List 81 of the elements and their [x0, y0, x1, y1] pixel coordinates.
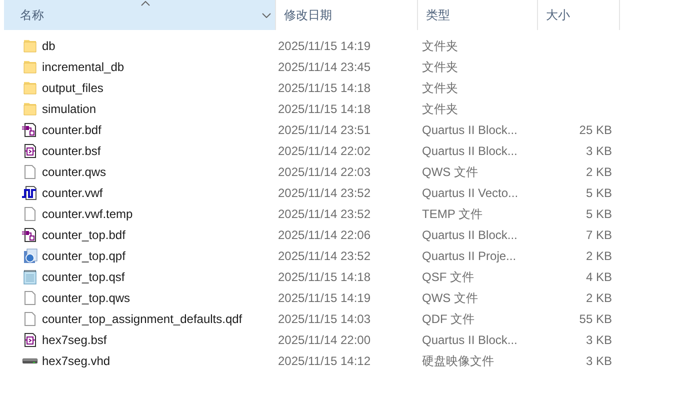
file-name[interactable]: incremental_db — [42, 58, 124, 76]
file-size: 3 KB — [586, 332, 612, 348]
modified-date: 2025/11/14 22:00 — [278, 332, 371, 346]
file-size: 2 KB — [586, 290, 612, 306]
modified-date: 2025/11/14 22:03 — [278, 164, 371, 178]
column-header[interactable]: 大小 — [538, 0, 620, 30]
notepad-file-icon — [22, 268, 38, 284]
file-type: 文件夹 — [422, 38, 458, 52]
file-icon — [22, 310, 38, 326]
modified-date: 2025/11/14 23:52 — [278, 206, 371, 220]
file-size: 25 KB — [579, 122, 612, 138]
drive-file-icon — [22, 358, 38, 364]
modified-date: 2025/11/15 14:18 — [278, 270, 371, 284]
file-size: 5 KB — [586, 184, 612, 202]
file-name[interactable]: hex7seg.bsf — [42, 330, 107, 348]
file-name[interactable]: output_files — [42, 78, 104, 96]
file-name[interactable]: counter.bsf — [42, 142, 101, 160]
file-type: TEMP 文件 — [422, 206, 482, 220]
file-icon — [22, 206, 38, 222]
file-size: 55 KB — [579, 310, 612, 328]
file-type: QWS 文件 — [422, 290, 478, 304]
file-size: 3 KB — [586, 352, 612, 370]
modified-date: 2025/11/14 23:45 — [278, 60, 371, 74]
file-size: 7 KB — [586, 226, 612, 244]
file-name[interactable]: counter.qws — [42, 162, 106, 180]
file-name[interactable]: counter_top.qsf — [42, 268, 125, 286]
file-name[interactable]: hex7seg.vhd — [42, 352, 110, 370]
schematic-file-icon — [22, 226, 38, 242]
chevron-down-icon[interactable] — [262, 13, 271, 18]
file-type: QSF 文件 — [422, 270, 474, 284]
file-type: 文件夹 — [422, 60, 458, 74]
modified-date: 2025/11/14 23:51 — [278, 122, 371, 136]
file-size: 3 KB — [586, 142, 612, 160]
file-type: Quartus II Block... — [422, 122, 518, 136]
file-type: Quartus II Block... — [422, 228, 518, 242]
file-name[interactable]: counter_top.bdf — [42, 226, 126, 244]
file-type: Quartus II Block... — [422, 332, 518, 346]
file-size: 2 KB — [586, 164, 612, 180]
symbol-file-icon — [22, 332, 38, 348]
modified-date: 2025/11/15 14:19 — [278, 290, 371, 304]
schematic-file-icon — [22, 122, 38, 138]
file-name[interactable]: counter.vwf.temp — [42, 204, 133, 222]
file-type: Quartus II Vecto... — [422, 186, 518, 200]
file-type: Quartus II Block... — [422, 144, 518, 158]
modified-date: 2025/11/14 23:52 — [278, 248, 371, 262]
file-name[interactable]: counter.bdf — [42, 120, 102, 138]
folder-icon — [22, 80, 38, 96]
file-name[interactable]: counter_top.qpf — [42, 246, 126, 264]
column-header[interactable]: 名称 — [4, 0, 276, 30]
file-name[interactable]: counter.vwf — [42, 184, 103, 202]
modified-date: 2025/11/14 23:52 — [278, 186, 371, 200]
column-header[interactable]: 类型 — [418, 0, 538, 30]
folder-icon — [22, 58, 38, 74]
file-icon — [22, 164, 38, 180]
file-name[interactable]: counter_top.qws — [42, 288, 130, 306]
waveform-file-icon — [22, 184, 38, 200]
project-file-icon — [22, 248, 38, 264]
modified-date: 2025/11/15 14:12 — [278, 354, 371, 368]
file-size: 5 KB — [586, 206, 612, 222]
file-name[interactable]: db — [42, 36, 56, 54]
file-size: 2 KB — [586, 248, 612, 264]
file-name[interactable]: counter_top_assignment_defaults.qdf — [42, 310, 242, 328]
file-type: Quartus II Proje... — [422, 248, 516, 262]
column-header[interactable]: 修改日期 — [276, 0, 418, 30]
symbol-file-icon — [22, 142, 38, 158]
file-type: QDF 文件 — [422, 312, 475, 326]
modified-date: 2025/11/14 22:06 — [278, 228, 371, 242]
file-type: 文件夹 — [422, 80, 458, 94]
modified-date: 2025/11/15 14:18 — [278, 102, 371, 116]
modified-date: 2025/11/15 14:03 — [278, 312, 371, 326]
modified-date: 2025/11/14 22:02 — [278, 144, 371, 158]
file-type: 文件夹 — [422, 102, 458, 116]
modified-date: 2025/11/15 14:18 — [278, 80, 371, 94]
file-name[interactable]: simulation — [42, 100, 96, 118]
folder-icon — [22, 38, 38, 54]
file-type: QWS 文件 — [422, 164, 478, 178]
file-type: 硬盘映像文件 — [422, 354, 494, 368]
modified-date: 2025/11/15 14:19 — [278, 38, 371, 52]
file-icon — [22, 290, 38, 306]
folder-icon — [22, 100, 38, 116]
file-size: 4 KB — [586, 268, 612, 286]
